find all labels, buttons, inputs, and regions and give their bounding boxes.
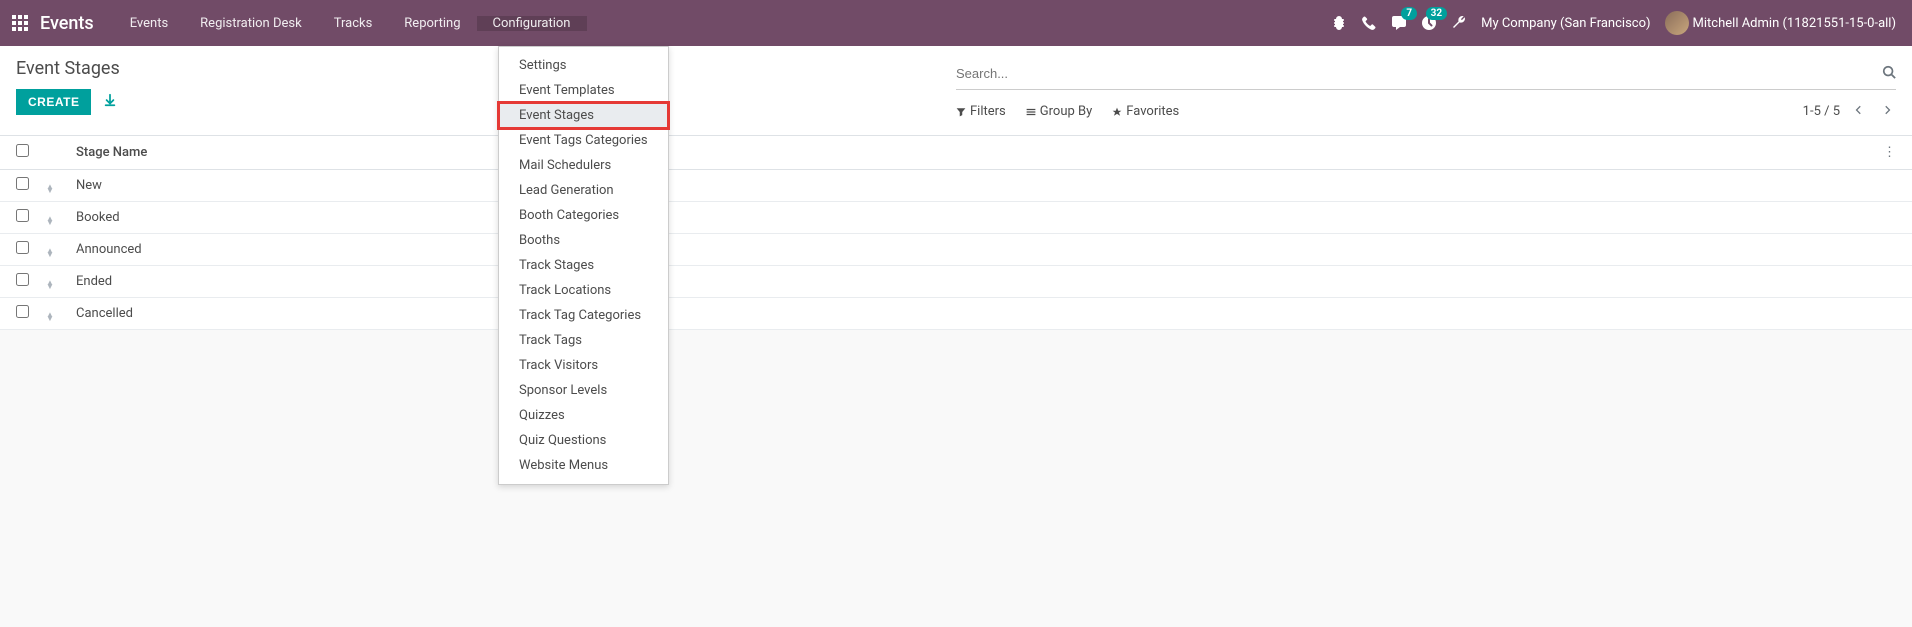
row-checkbox-col: [16, 273, 46, 290]
drag-handle-icon[interactable]: ▲▼: [46, 274, 76, 289]
dropdown-track-tag-categories[interactable]: Track Tag Categories: [499, 303, 668, 328]
pager-prev-icon[interactable]: [1850, 100, 1868, 123]
row-checkbox-col: [16, 305, 46, 322]
row-checkbox-col: [16, 209, 46, 226]
control-buttons: CREATE: [16, 89, 956, 115]
select-all-checkbox[interactable]: [16, 144, 29, 157]
filters-button[interactable]: Filters: [956, 104, 1006, 119]
stage-name-cell: Ended: [76, 274, 1896, 289]
page-title: Event Stages: [16, 58, 956, 79]
column-header-stage-name[interactable]: Stage Name: [76, 145, 1876, 160]
groupby-label: Group By: [1040, 104, 1093, 119]
row-checkbox[interactable]: [16, 177, 29, 190]
dropdown-quizzes[interactable]: Quizzes: [499, 403, 668, 428]
dropdown-booths[interactable]: Booths: [499, 228, 668, 253]
search-filter-group: Filters Group By Favorites: [956, 104, 1179, 119]
search-icon[interactable]: [1882, 65, 1896, 83]
control-panel: Event Stages CREATE Filters Group: [0, 46, 1912, 136]
row-checkbox[interactable]: [16, 241, 29, 254]
dropdown-event-tags-categories[interactable]: Event Tags Categories: [499, 128, 668, 153]
row-checkbox-col: [16, 241, 46, 258]
nav-registration-desk[interactable]: Registration Desk: [184, 16, 318, 31]
star-icon: [1112, 107, 1122, 117]
table-row[interactable]: ▲▼ Cancelled: [0, 298, 1912, 330]
search-options-row: Filters Group By Favorites 1-5 / 5: [956, 100, 1896, 123]
column-options-icon[interactable]: ⋮: [1876, 145, 1896, 160]
clock-badge: 32: [1426, 7, 1447, 20]
tools-icon[interactable]: [1451, 15, 1467, 31]
list-header-row: Stage Name ⋮: [0, 136, 1912, 170]
dropdown-quiz-questions[interactable]: Quiz Questions: [499, 428, 668, 453]
stage-name-cell: Cancelled: [76, 306, 1896, 321]
control-panel-left: Event Stages CREATE: [16, 58, 956, 123]
favorites-label: Favorites: [1126, 104, 1179, 119]
dropdown-lead-generation[interactable]: Lead Generation: [499, 178, 668, 203]
funnel-icon: [956, 107, 966, 117]
bug-icon[interactable]: [1331, 15, 1347, 31]
stage-name-cell: New: [76, 178, 1896, 193]
navbar-right: 7 32 My Company (San Francisco) Mitchell…: [1331, 11, 1904, 35]
avatar-icon: [1665, 11, 1689, 35]
drag-handle-icon[interactable]: ▲▼: [46, 306, 76, 321]
row-checkbox[interactable]: [16, 209, 29, 222]
nav-configuration[interactable]: Configuration: [477, 16, 587, 31]
drag-handle-icon[interactable]: ▲▼: [46, 210, 76, 225]
main-menu: Events Registration Desk Tracks Reportin…: [114, 16, 587, 31]
dropdown-mail-schedulers[interactable]: Mail Schedulers: [499, 153, 668, 178]
dropdown-website-menus[interactable]: Website Menus: [499, 453, 668, 478]
list-icon: [1026, 107, 1036, 117]
dropdown-track-tags[interactable]: Track Tags: [499, 328, 668, 353]
nav-events[interactable]: Events: [114, 16, 184, 31]
pager-next-icon[interactable]: [1878, 100, 1896, 123]
table-row[interactable]: ▲▼ Announced: [0, 234, 1912, 266]
pager-value[interactable]: 1-5 / 5: [1803, 104, 1840, 119]
row-checkbox[interactable]: [16, 305, 29, 318]
search-input[interactable]: [956, 62, 1882, 85]
stage-name-cell: Announced: [76, 242, 1896, 257]
dropdown-track-visitors[interactable]: Track Visitors: [499, 353, 668, 378]
top-navbar: Events Events Registration Desk Tracks R…: [0, 0, 1912, 46]
dropdown-track-locations[interactable]: Track Locations: [499, 278, 668, 303]
chat-icon[interactable]: 7: [1391, 15, 1407, 31]
dropdown-sponsor-levels[interactable]: Sponsor Levels: [499, 378, 668, 403]
dropdown-booth-categories[interactable]: Booth Categories: [499, 203, 668, 228]
navbar-left: Events Events Registration Desk Tracks R…: [8, 13, 1331, 34]
import-icon[interactable]: [103, 93, 117, 111]
stage-name-cell: Booked: [76, 210, 1896, 225]
nav-tracks[interactable]: Tracks: [318, 16, 389, 31]
table-row[interactable]: ▲▼ Booked: [0, 202, 1912, 234]
search-bar: [956, 58, 1896, 90]
groupby-button[interactable]: Group By: [1026, 104, 1093, 119]
dropdown-track-stages[interactable]: Track Stages: [499, 253, 668, 278]
filters-label: Filters: [970, 104, 1006, 119]
company-selector[interactable]: My Company (San Francisco): [1481, 16, 1650, 31]
row-checkbox-col: [16, 177, 46, 194]
user-name-label: Mitchell Admin (11821551-15-0-all): [1693, 16, 1896, 31]
apps-grid-icon[interactable]: [12, 15, 28, 31]
favorites-button[interactable]: Favorites: [1112, 104, 1179, 119]
nav-reporting[interactable]: Reporting: [388, 16, 476, 31]
table-row[interactable]: ▲▼ New: [0, 170, 1912, 202]
drag-handle-icon[interactable]: ▲▼: [46, 242, 76, 257]
list-view: Stage Name ⋮ ▲▼ New ▲▼ Booked ▲▼ Announc…: [0, 136, 1912, 330]
control-panel-right: Filters Group By Favorites 1-5 / 5: [956, 58, 1896, 123]
user-menu[interactable]: Mitchell Admin (11821551-15-0-all): [1665, 11, 1896, 35]
drag-handle-icon[interactable]: ▲▼: [46, 178, 76, 193]
row-checkbox[interactable]: [16, 273, 29, 286]
header-checkbox-col: [16, 144, 46, 161]
table-row[interactable]: ▲▼ Ended: [0, 266, 1912, 298]
dropdown-event-templates[interactable]: Event Templates: [499, 78, 668, 103]
app-brand[interactable]: Events: [40, 13, 94, 34]
pager: 1-5 / 5: [1803, 100, 1896, 123]
configuration-dropdown: Settings Event Templates Event Stages Ev…: [498, 46, 669, 485]
dropdown-event-stages[interactable]: Event Stages: [499, 103, 668, 128]
phone-icon[interactable]: [1361, 15, 1377, 31]
chat-badge: 7: [1401, 7, 1417, 20]
dropdown-settings[interactable]: Settings: [499, 53, 668, 78]
create-button[interactable]: CREATE: [16, 89, 91, 115]
clock-icon[interactable]: 32: [1421, 15, 1437, 31]
